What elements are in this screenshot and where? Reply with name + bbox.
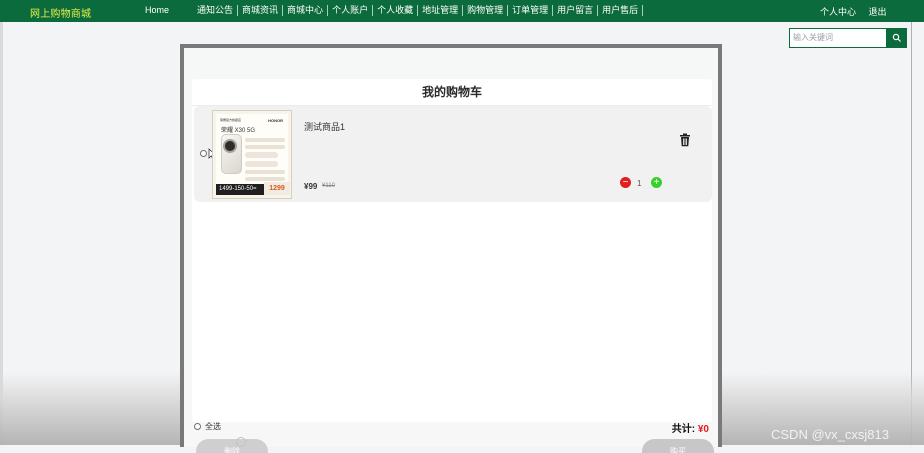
nav-item-shopping[interactable]: 购物管理 (462, 5, 507, 16)
loading-circle (236, 437, 246, 447)
logout-link[interactable]: 退出 (869, 7, 887, 17)
nav-item-after-sales[interactable]: 用户售后 (597, 5, 644, 16)
feature-tag (245, 161, 278, 167)
feature-line (245, 170, 285, 174)
cart-window: 我的购物车 荣耀官方旗舰店 HONOR 荣耀 X30 5G 1499-150-5… (180, 44, 722, 453)
nav-item-mall-center[interactable]: 商城中心 (282, 5, 327, 16)
product-sale-price: 1299 (264, 182, 290, 195)
product-name[interactable]: 测试商品1 (304, 120, 345, 133)
cart-item: 荣耀官方旗舰店 HONOR 荣耀 X30 5G 1499-150-50= 129… (194, 106, 712, 202)
total-label: 共计: (671, 424, 696, 435)
product-price: ¥99 (304, 182, 318, 191)
trash-icon[interactable] (679, 133, 691, 147)
product-image-content: 荣耀官方旗舰店 HONOR 荣耀 X30 5G 1499-150-50= 129… (216, 114, 290, 195)
product-brand: HONOR (268, 118, 283, 123)
nav-item-messages[interactable]: 用户留言 (552, 5, 597, 16)
buy-button[interactable]: 购买 (642, 439, 714, 453)
nav-item-news[interactable]: 商城资讯 (237, 5, 282, 16)
cart-panel: 我的购物车 荣耀官方旗舰店 HONOR 荣耀 X30 5G 1499-150-5… (192, 79, 712, 422)
cart-total: 共计: ¥0 (672, 420, 709, 435)
quantity-value: 1 (637, 179, 642, 188)
user-links: 个人中心 退出 (820, 5, 897, 18)
nav-item-account[interactable]: 个人账户 (327, 5, 372, 16)
feature-line (245, 177, 285, 181)
feature-tag (245, 152, 278, 158)
product-image[interactable]: 荣耀官方旗舰店 HONOR 荣耀 X30 5G 1499-150-50= 129… (212, 110, 292, 199)
select-all-checkbox[interactable] (194, 423, 201, 430)
search-button[interactable] (887, 28, 907, 48)
product-old-price: ¥110 (322, 183, 335, 189)
nav-item-home[interactable]: Home (141, 5, 173, 16)
cart-item-checkbox[interactable] (200, 150, 207, 157)
site-brand: 网上购物商城 (30, 9, 92, 20)
cart-window-header (184, 48, 718, 80)
product-model: 荣耀 X30 5G (221, 128, 256, 134)
nav-item-address[interactable]: 地址管理 (417, 5, 462, 16)
main-navigation: Home 通知公告 商城资讯 商城中心 个人账户 个人收藏 地址管理 购物管理 … (141, 5, 644, 16)
nav-item-favorites[interactable]: 个人收藏 (372, 5, 417, 16)
watermark: CSDN @vx_cxsj813 (771, 427, 889, 442)
minus-icon: − (622, 176, 629, 188)
cart-footer: 全选 共计: ¥0 (192, 419, 712, 439)
camera-illustration (223, 139, 237, 153)
feature-line (245, 145, 285, 149)
cart-title: 我的购物车 (421, 85, 482, 99)
nav-item-orders[interactable]: 订单管理 (507, 5, 552, 16)
personal-center-link[interactable]: 个人中心 (820, 7, 856, 17)
screen: 网上购物商城 Home 通知公告 商城资讯 商城中心 个人账户 个人收藏 地址管… (0, 0, 924, 453)
product-feature-badges (245, 138, 285, 184)
search-input[interactable]: 输入关键词 (789, 28, 887, 48)
select-all-control[interactable]: 全选 (194, 421, 221, 432)
plus-icon: + (653, 176, 660, 188)
total-amount: ¥0 (697, 424, 709, 435)
select-all-label: 全选 (205, 422, 221, 431)
decrease-quantity-button[interactable]: − (620, 177, 631, 188)
increase-quantity-button[interactable]: + (651, 177, 662, 188)
feature-line (245, 138, 285, 142)
delete-selected-button[interactable]: 删除 (196, 439, 268, 453)
search-icon (892, 33, 901, 42)
product-image-logo-text: 荣耀官方旗舰店 (220, 118, 242, 122)
nav-item-notices[interactable]: 通知公告 (193, 5, 237, 16)
top-navigation-bar: 网上购物商城 Home 通知公告 商城资讯 商城中心 个人账户 个人收藏 地址管… (0, 0, 924, 22)
